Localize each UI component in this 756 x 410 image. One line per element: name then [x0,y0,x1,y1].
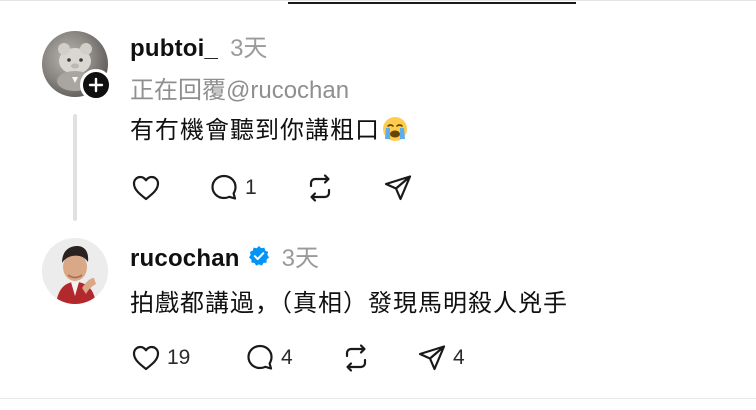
repost-icon [309,174,331,202]
action-bar: 19 4 4 [130,342,465,374]
bottom-divider [0,398,756,399]
post-text: 拍戲都講過，（真相）發現馬明殺人兇手 [130,290,568,317]
reply-count: 4 [281,346,293,369]
post-text-content: 有冇機會聽到你講粗口 [130,117,380,144]
avatar[interactable] [42,238,108,304]
repost-icon [345,344,367,372]
thread-line [73,114,77,221]
repost-button[interactable] [304,172,382,204]
author-reply-post: rucochan 3天 拍戲都講過，（真相）發現馬明殺人兇手 19 4 4 [0,228,756,398]
post-text: 有冇機會聽到你講粗口 [130,110,408,145]
comment-icon [211,174,237,200]
like-count: 19 [167,346,191,369]
like-button[interactable] [130,172,208,204]
follow-button[interactable] [80,69,112,101]
timestamp[interactable]: 3天 [282,238,319,273]
repost-button[interactable] [340,342,416,374]
timestamp[interactable]: 3天 [230,28,267,63]
action-bar: 1 [130,172,419,204]
heart-icon [132,175,160,201]
reply-count: 1 [245,176,257,199]
replying-to-label[interactable]: 正在回覆@rucochan [130,70,349,105]
plus-icon [88,77,104,93]
loudly-crying-face-icon [383,117,407,141]
share-icon [384,175,412,201]
share-button[interactable]: 4 [416,342,465,374]
share-icon [418,345,446,371]
verified-icon [248,245,269,266]
share-button[interactable] [382,172,419,204]
top-divider [0,0,756,1]
heart-icon [132,345,160,371]
username-link[interactable]: pubtoi_ [130,35,218,63]
comment-icon [247,344,273,370]
username-link[interactable]: rucochan [130,245,240,273]
tab-indicator [288,2,576,4]
like-button[interactable]: 19 [130,342,244,374]
reply-button[interactable]: 4 [244,342,340,374]
post-header: rucochan 3天 [130,238,319,273]
post-header: pubtoi_ 3天 [130,28,267,63]
reply-button[interactable]: 1 [208,172,304,204]
reply-post: pubtoi_ 3天 正在回覆@rucochan 有冇機會聽到你講粗口 1 [0,14,756,227]
share-count: 4 [453,346,465,369]
